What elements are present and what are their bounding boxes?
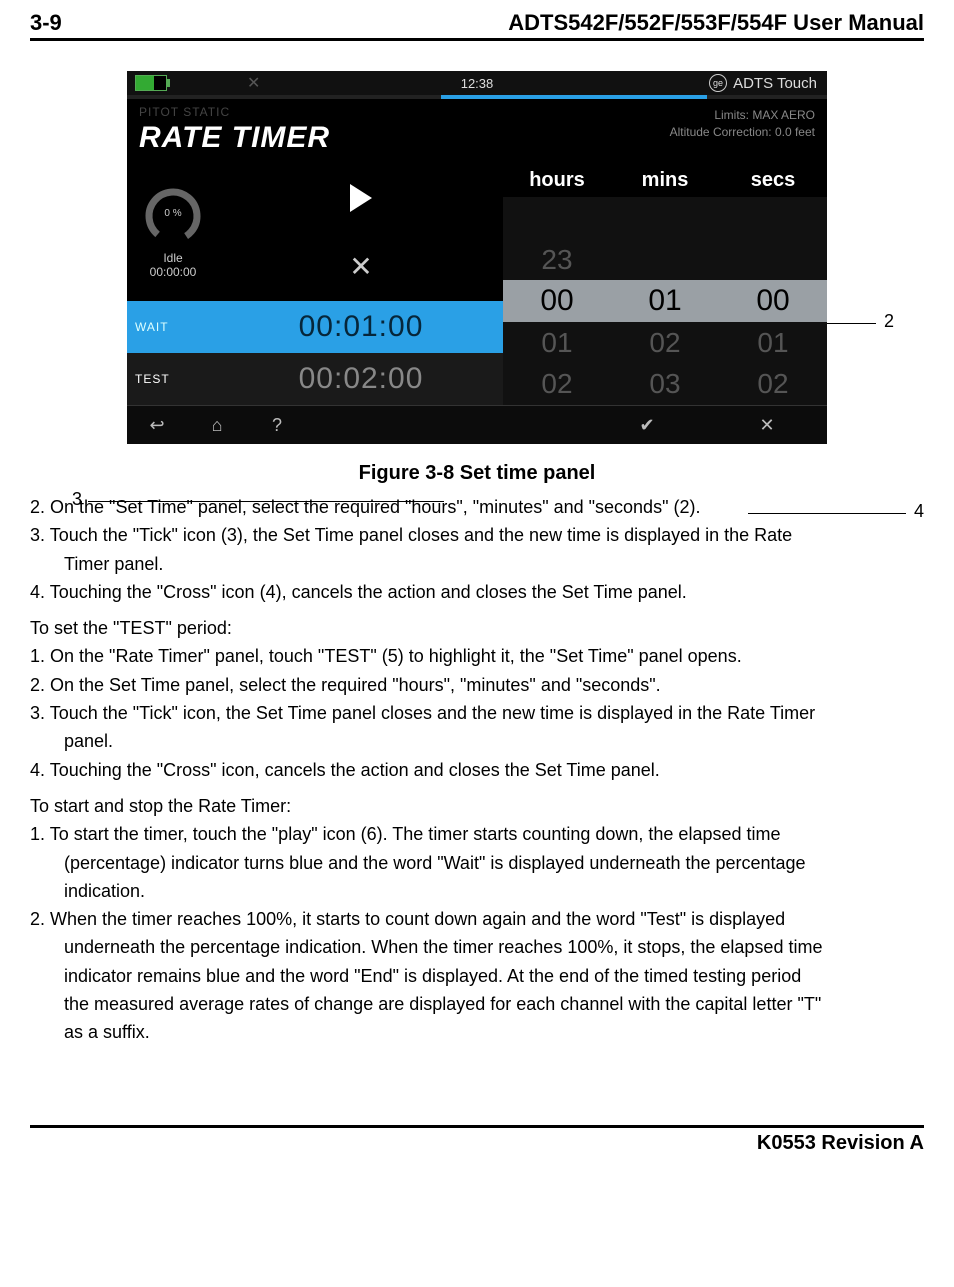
picker-body[interactable]: 23 24 01 02 00 02 03: [503, 197, 827, 405]
para-4: 4. Touching the "Cross" icon (4), cancel…: [30, 580, 924, 604]
tick-icon: ✔: [639, 415, 654, 435]
footer-text: K0553 Revision A: [757, 1132, 924, 1154]
page-footer: K0553 Revision A: [30, 1125, 924, 1155]
callout-4-line: [748, 513, 906, 514]
wait-value[interactable]: 00:01:00: [219, 301, 503, 353]
ss-2d: the measured average rates of change are…: [30, 992, 924, 1016]
nav-bar: ↩ ⌂ ? ✔ ✕: [127, 405, 827, 444]
ss-1b: (percentage) indicator turns blue and th…: [30, 851, 924, 875]
gauge-area: 0 % Idle 00:00:00: [127, 163, 219, 301]
ss-2e: as a suffix.: [30, 1020, 924, 1044]
tick-button[interactable]: ✔: [587, 415, 707, 436]
manual-title: ADTS542F/552F/553F/554F User Manual: [508, 10, 924, 36]
test-label[interactable]: TEST: [127, 353, 219, 405]
picker-selection: 00 01 00: [503, 280, 827, 322]
callout-2: 2: [884, 311, 894, 332]
ss-2b: underneath the percentage indication. Wh…: [30, 935, 924, 959]
brand: ge ADTS Touch: [709, 74, 817, 92]
page-number: 3-9: [30, 10, 62, 36]
main-area: 0 % Idle 00:00:00 WAIT TEST: [127, 163, 827, 405]
limits-line1: Limits: MAX AERO: [670, 107, 815, 124]
start-stop-header: To start and stop the Rate Timer:: [30, 794, 924, 818]
home-button[interactable]: ⌂: [187, 415, 247, 436]
back-icon: ↩: [149, 415, 164, 435]
test-step-3b: panel.: [30, 729, 924, 753]
no-signal-icon: ✕: [247, 73, 260, 93]
device-screen: ✕ 12:38 ge ADTS Touch PITOT STATIC RATE …: [127, 71, 827, 444]
help-button[interactable]: ?: [247, 415, 307, 436]
ss-2a: 2. When the timer reaches 100%, it start…: [30, 907, 924, 931]
picker-sel-secs: 00: [719, 280, 827, 322]
play-icon: [350, 184, 372, 212]
callout-3-line: [88, 501, 444, 502]
brand-text: ADTS Touch: [733, 75, 817, 92]
picker-sel-hours: 00: [503, 280, 611, 322]
test-period-header: To set the "TEST" period:: [30, 616, 924, 640]
mid-controls: ✕: [219, 163, 503, 301]
middle-column: ✕ 00:01:00 00:02:00: [219, 163, 503, 405]
home-icon: ⌂: [212, 415, 223, 435]
cross-button[interactable]: ✕: [707, 415, 827, 436]
test-step-1: 1. On the "Rate Timer" panel, touch "TES…: [30, 644, 924, 668]
gauge-arc-icon: 0 %: [143, 186, 203, 246]
picker-head-secs: secs: [719, 163, 827, 197]
x-icon: ✕: [349, 250, 372, 283]
callout-4: 4: [914, 501, 924, 522]
gauge-percent: 0 %: [164, 208, 181, 219]
ss-1c: indication.: [30, 879, 924, 903]
ss-1a: 1. To start the timer, touch the "play" …: [30, 822, 924, 846]
picker-head-hours: hours: [503, 163, 611, 197]
test-value[interactable]: 00:02:00: [219, 353, 503, 405]
page-header: 3-9 ADTS542F/552F/553F/554F User Manual: [30, 0, 924, 41]
status-bar: ✕ 12:38 ge ADTS Touch: [127, 71, 827, 95]
picker-header: hours mins secs: [503, 163, 827, 197]
ss-2c: indicator remains blue and the word "End…: [30, 964, 924, 988]
gauge: 0 % Idle 00:00:00: [138, 186, 208, 279]
wait-label[interactable]: WAIT: [127, 301, 219, 353]
battery-icon: [135, 75, 167, 91]
brand-logo-icon: ge: [709, 74, 727, 92]
figure-wrap: 2 3 4 ✕ 12:38 ge ADTS Touch PITOT STATIC…: [30, 71, 924, 444]
body-text: 2. On the "Set Time" panel, select the r…: [30, 495, 924, 1045]
callout-2-line: [826, 323, 876, 324]
play-button[interactable]: [219, 163, 503, 232]
limits-line2: Altitude Correction: 0.0 feet: [670, 124, 815, 141]
callout-3: 3: [72, 489, 82, 510]
figure-caption: Figure 3-8 Set time panel: [30, 462, 924, 485]
test-step-4: 4. Touching the "Cross" icon, cancels th…: [30, 758, 924, 782]
para-3a: 3. Touch the "Tick" icon (3), the Set Ti…: [30, 523, 924, 547]
picker-sel-mins: 01: [611, 280, 719, 322]
picker-head-mins: mins: [611, 163, 719, 197]
gauge-state: Idle: [138, 251, 208, 265]
para-2: 2. On the "Set Time" panel, select the r…: [30, 495, 924, 519]
screen-header: PITOT STATIC RATE TIMER Limits: MAX AERO…: [127, 99, 827, 163]
help-icon: ?: [272, 415, 282, 435]
test-step-3a: 3. Touch the "Tick" icon, the Set Time p…: [30, 701, 924, 725]
para-3b: Timer panel.: [30, 552, 924, 576]
back-button[interactable]: ↩: [127, 415, 187, 436]
limits-text: Limits: MAX AERO Altitude Correction: 0.…: [670, 107, 815, 141]
clock: 12:38: [461, 76, 494, 91]
time-picker: hours mins secs 23 24 01 02: [503, 163, 827, 405]
left-column: 0 % Idle 00:00:00 WAIT TEST: [127, 163, 219, 405]
stop-button[interactable]: ✕: [219, 232, 503, 301]
cross-icon: ✕: [759, 415, 774, 435]
test-step-2: 2. On the Set Time panel, select the req…: [30, 673, 924, 697]
gauge-elapsed: 00:00:00: [138, 265, 208, 279]
